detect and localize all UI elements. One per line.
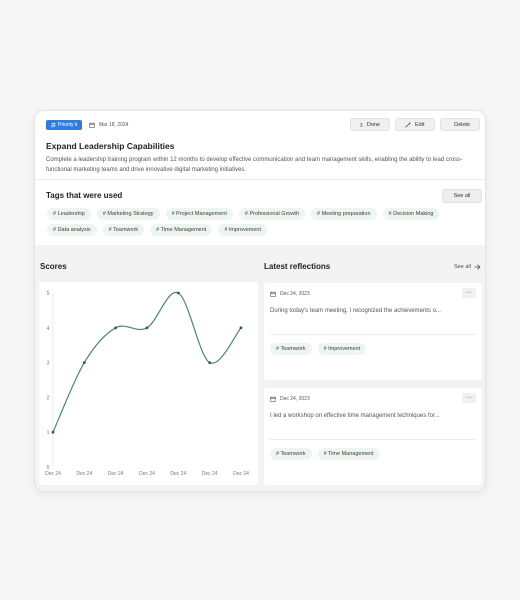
tag-chip[interactable]: # Time Management xyxy=(150,224,213,236)
goal-header: Priority Ⅱ Mar 18, 2024 Done Edit Delete… xyxy=(35,111,485,245)
score-point[interactable] xyxy=(82,361,86,364)
tag-chip[interactable]: # Decision Making xyxy=(382,208,440,220)
delete-label: Delete xyxy=(454,121,470,128)
y-tick-label: 2 xyxy=(47,395,50,401)
goal-date-text: Mar 18, 2024 xyxy=(99,122,129,128)
y-tick-label: 3 xyxy=(47,361,50,367)
score-point[interactable] xyxy=(176,291,180,295)
tags-section-title: Tags that were used xyxy=(46,191,123,200)
priority-label: Priority Ⅱ xyxy=(58,122,78,128)
reflection-tag-chip[interactable]: # Time Management xyxy=(317,448,380,460)
calendar-icon xyxy=(270,291,276,297)
reflections-see-all-label: See all xyxy=(454,264,471,270)
y-tick-label: 1 xyxy=(47,430,50,436)
reflection-date-text: Dec 24, 2023 xyxy=(280,291,310,297)
reflection-card[interactable]: Dec 24, 2023 ··· I led a workshop on eff… xyxy=(264,388,482,485)
goal-actions: Done Edit Delete xyxy=(350,118,480,131)
tag-chip[interactable]: # Teamwork xyxy=(102,224,145,236)
tag-chip[interactable]: # Improvement xyxy=(218,224,267,236)
tag-chip[interactable]: # Leadership xyxy=(47,208,91,220)
score-point[interactable] xyxy=(145,326,149,330)
reflection-date: Dec 24, 2023 xyxy=(270,396,310,402)
tags-list: # Leadership # Marketing Strategy # Projec… xyxy=(47,208,467,236)
reflection-text: I led a workshop on effective time manag… xyxy=(270,413,440,419)
dashboard-bottom: Scores 0 1 2 3 4 5 Dec 24 Dec 24 Dec 24 Dec 24 Dec… xyxy=(35,245,485,491)
tag-chip[interactable]: # Meeting preparation xyxy=(311,208,377,220)
score-point[interactable] xyxy=(114,326,118,330)
goal-title: Expand Leadership Capabilities xyxy=(46,141,175,151)
divider xyxy=(270,439,476,440)
done-button[interactable]: Done xyxy=(350,118,390,131)
x-tick-label: Dec 24 xyxy=(139,471,155,477)
y-tick-label: 4 xyxy=(47,326,50,332)
delete-button[interactable]: Delete xyxy=(440,118,480,131)
score-point[interactable] xyxy=(239,326,243,330)
reflection-tag-chip[interactable]: # Improvement xyxy=(317,343,367,355)
priority-badge[interactable]: Priority Ⅱ xyxy=(46,120,83,130)
scores-title: Scores xyxy=(40,262,67,271)
x-tick-label: Dec 24 xyxy=(45,471,61,477)
score-line xyxy=(52,291,242,433)
x-tick-label: Dec 24 xyxy=(170,471,186,477)
tag-chip[interactable]: # Professional Growth xyxy=(238,208,306,220)
reflection-date: Dec 24, 2023 xyxy=(270,291,310,297)
reflection-tags: # Teamwork # Improvement xyxy=(270,343,367,355)
reflection-tag-chip[interactable]: # Teamwork xyxy=(270,343,312,355)
goal-description: Complete a leadership training program w… xyxy=(46,157,463,173)
more-options-button[interactable]: ··· xyxy=(462,288,476,298)
score-point[interactable] xyxy=(208,361,212,364)
x-tick-label: Dec 24 xyxy=(108,471,124,477)
pencil-icon xyxy=(405,121,411,128)
x-tick-label: Dec 24 xyxy=(233,471,249,477)
reflection-tag-chip[interactable]: # Teamwork xyxy=(270,448,312,460)
goal-date: Mar 18, 2024 xyxy=(89,120,128,130)
x-tick-label: Dec 24 xyxy=(76,471,92,477)
tags-see-all-button[interactable]: See all xyxy=(442,189,482,203)
reflection-date-text: Dec 24, 2023 xyxy=(280,396,310,402)
reflection-tags: # Teamwork # Time Management xyxy=(270,448,380,460)
arrow-right-icon xyxy=(474,264,481,270)
done-label: Done xyxy=(366,121,380,128)
goal-card: Priority Ⅱ Mar 18, 2024 Done Edit Delete… xyxy=(34,110,486,492)
tag-chip[interactable]: # Project Management xyxy=(165,208,233,220)
y-tick-label: 5 xyxy=(47,291,50,297)
tag-chip[interactable]: # Marketing Strategy xyxy=(96,208,160,220)
x-tick-label: Dec 24 xyxy=(202,471,218,477)
flag-icon xyxy=(51,122,56,127)
scores-chart-svg: 012345Dec 24 Dec 24 Dec 24 Dec 24 Dec 24 Dec … xyxy=(45,291,249,477)
divider xyxy=(270,334,476,335)
reflection-card[interactable]: Dec 24, 2023 ··· During today's team mee… xyxy=(264,283,482,380)
divider xyxy=(35,179,485,180)
more-options-button[interactable]: ··· xyxy=(462,393,476,403)
edit-button[interactable]: Edit xyxy=(395,118,435,131)
reflections-title: Latest reflections xyxy=(264,262,331,271)
score-point[interactable] xyxy=(51,430,55,434)
edit-label: Edit xyxy=(415,121,425,128)
calendar-icon xyxy=(89,122,95,128)
hourglass-icon xyxy=(360,122,363,127)
scores-chart: 0 1 2 3 4 5 Dec 24 Dec 24 Dec 24 Dec 24 Dec 24 Dec … xyxy=(39,282,258,485)
reflection-text: During today's team meeting, I recognize… xyxy=(270,308,441,314)
reflections-see-all-link[interactable]: See all xyxy=(454,264,481,270)
calendar-icon xyxy=(270,396,276,402)
tag-chip[interactable]: # Data analysis xyxy=(47,224,97,236)
